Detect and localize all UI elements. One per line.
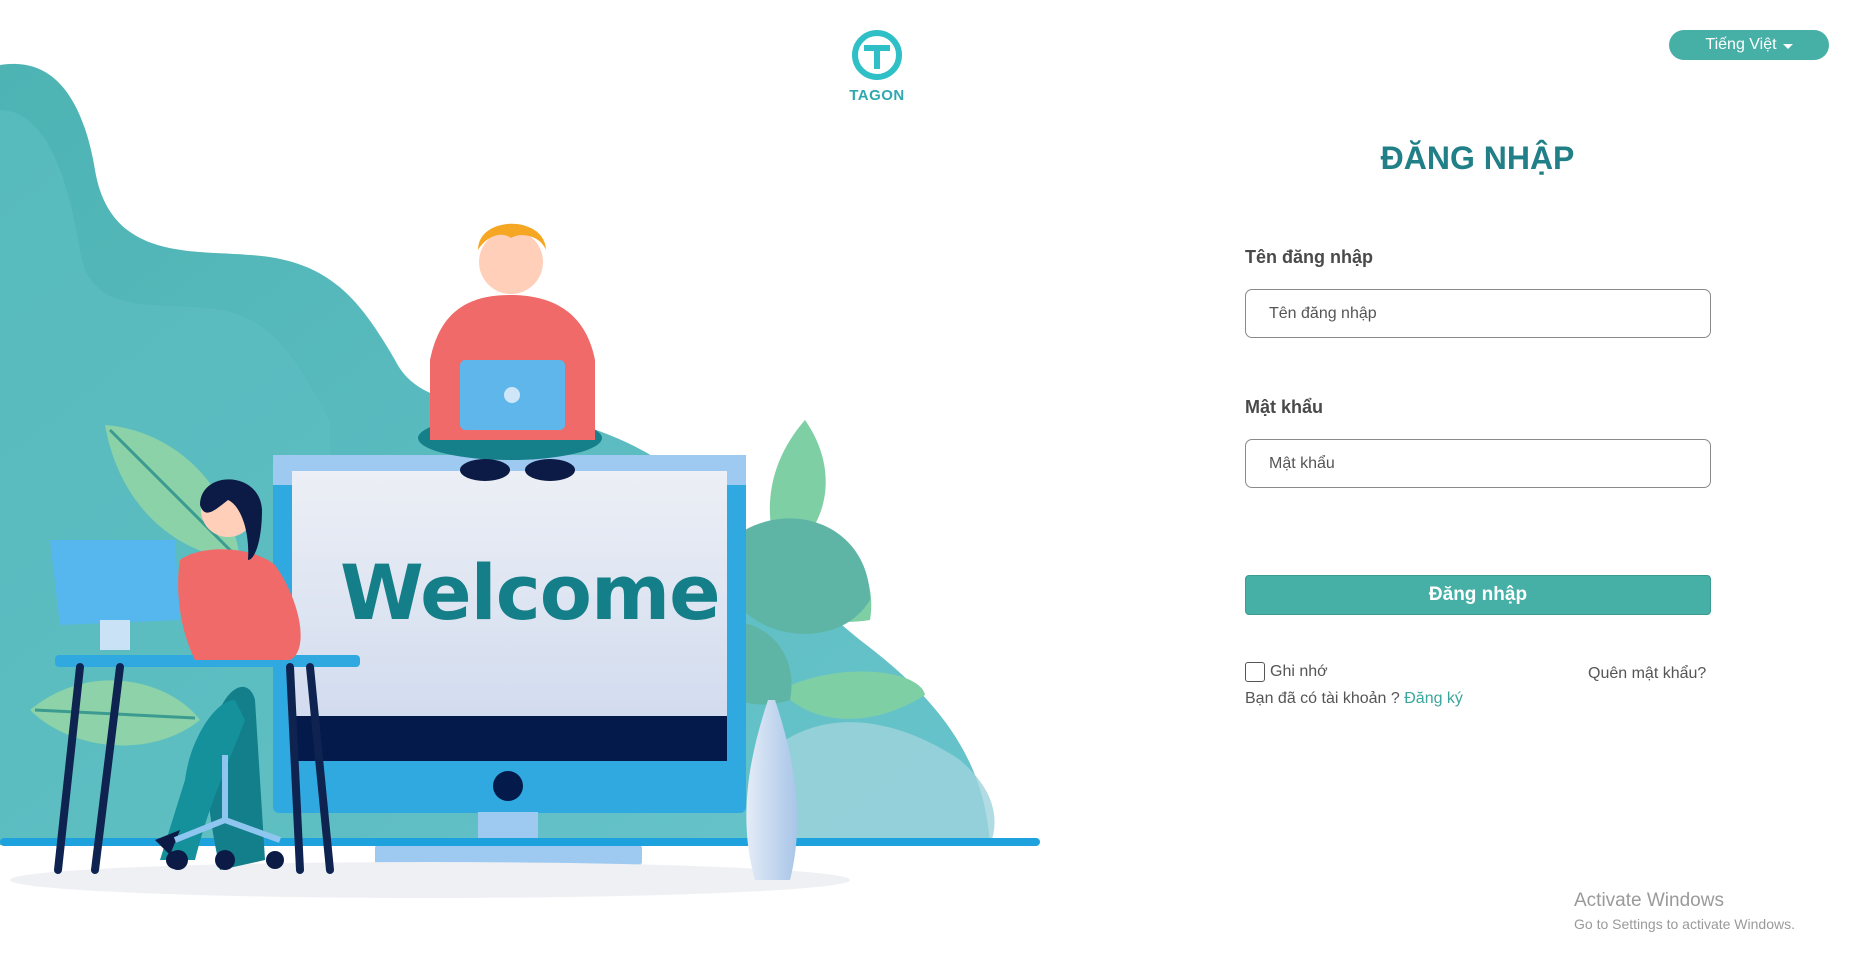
remember-label: Ghi nhớ bbox=[1270, 663, 1328, 680]
login-button[interactable]: Đăng nhập bbox=[1245, 575, 1711, 615]
man-figure bbox=[418, 223, 602, 481]
activate-subtitle: Go to Settings to activate Windows. bbox=[1574, 916, 1795, 932]
tagon-logo-icon bbox=[852, 30, 902, 80]
brand-name: TAGON bbox=[849, 87, 905, 104]
username-label: Tên đăng nhập bbox=[1245, 247, 1373, 267]
activate-title: Activate Windows bbox=[1574, 890, 1724, 911]
remember-me[interactable]: Ghi nhớ bbox=[1245, 662, 1328, 682]
activate-windows-watermark: Activate Windows Go to Settings to activ… bbox=[1574, 890, 1795, 932]
remember-checkbox[interactable] bbox=[1245, 662, 1265, 682]
welcome-illustration bbox=[0, 63, 1040, 898]
caret-down-icon bbox=[1782, 43, 1793, 49]
forgot-password-link[interactable]: Quên mật khẩu? bbox=[1588, 665, 1706, 683]
welcome-text: Welcome bbox=[340, 548, 721, 637]
register-line: Bạn đã có tài khoản ? Đăng ký bbox=[1245, 690, 1463, 708]
register-link[interactable]: Đăng ký bbox=[1404, 690, 1463, 707]
password-input[interactable] bbox=[1245, 439, 1711, 488]
small-monitor bbox=[50, 540, 180, 625]
login-title: ĐĂNG NHẬP bbox=[1380, 140, 1575, 176]
language-dropdown[interactable]: Tiếng Việt bbox=[1669, 30, 1829, 60]
tagon-logo: TAGON bbox=[843, 30, 911, 106]
username-input[interactable] bbox=[1245, 289, 1711, 338]
floor-line bbox=[0, 838, 1040, 846]
language-label: Tiếng Việt bbox=[1705, 36, 1777, 53]
register-prompt: Bạn đã có tài khoản ? bbox=[1245, 690, 1400, 707]
password-label: Mật khẩu bbox=[1245, 397, 1324, 417]
